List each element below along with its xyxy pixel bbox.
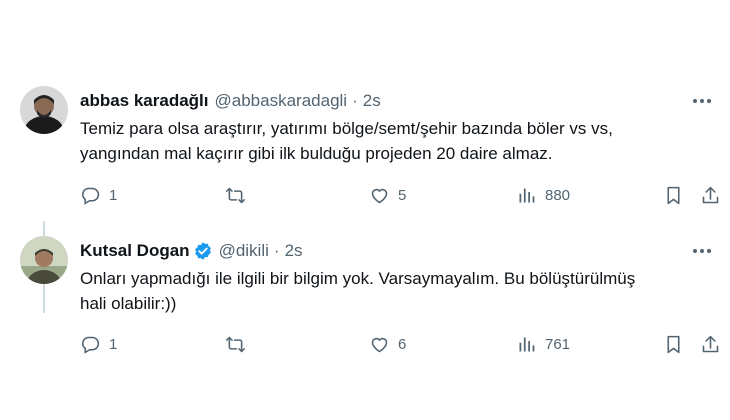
tweet-header: abbas karadağlı @abbaskaradagli · 2s — [80, 90, 381, 112]
share-button[interactable] — [700, 330, 721, 358]
action-bar: 1 5 880 — [72, 181, 730, 209]
like-count: 6 — [398, 335, 407, 353]
reply-count: 1 — [109, 335, 118, 353]
heart-icon — [371, 337, 388, 352]
retweet-icon — [225, 187, 246, 203]
like-count: 5 — [398, 186, 407, 204]
author-name[interactable]: abbas karadağlı — [80, 91, 209, 111]
views-count: 761 — [545, 335, 571, 353]
like-button[interactable]: 5 — [369, 181, 406, 209]
tweet-1[interactable]: abbas karadağlı @abbaskaradagli · 2s Tem… — [0, 80, 730, 313]
timestamp[interactable]: 2s — [363, 91, 381, 111]
tweet-header: Kutsal Dogan @dikili · 2s — [80, 240, 303, 262]
avatar-image — [20, 236, 68, 284]
reply-count: 1 — [109, 186, 118, 204]
heart-icon — [371, 188, 388, 203]
reply-button[interactable]: 1 — [80, 330, 117, 358]
share-icon — [702, 335, 719, 352]
avatar[interactable] — [20, 86, 68, 134]
views-button[interactable]: 761 — [516, 330, 570, 358]
bookmark-icon — [667, 186, 680, 204]
views-count: 880 — [545, 186, 571, 204]
separator-dot: · — [352, 91, 358, 110]
verified-badge-icon — [193, 241, 213, 261]
author-name[interactable]: Kutsal Dogan — [80, 241, 190, 261]
more-icon[interactable] — [690, 90, 714, 112]
avatar-image — [20, 86, 68, 134]
like-button[interactable]: 6 — [369, 330, 406, 358]
tweet-2[interactable]: Kutsal Dogan @dikili · 2s Onları yapmadı… — [0, 230, 730, 370]
avatar[interactable] — [20, 236, 68, 284]
tweet-text: Onları yapmadığı ile ilgili bir bilgim y… — [80, 269, 636, 313]
retweet-button[interactable] — [225, 181, 254, 209]
retweet-icon — [225, 336, 246, 352]
share-button[interactable] — [700, 181, 721, 209]
bookmark-button[interactable] — [663, 181, 684, 209]
separator-dot: · — [273, 241, 280, 260]
timestamp[interactable]: 2s — [285, 241, 303, 261]
tweet-text: Temiz para olsa araştırır, yatırımı bölg… — [80, 119, 613, 163]
views-icon — [519, 188, 535, 202]
bookmark-icon — [667, 335, 680, 353]
more-icon[interactable] — [690, 240, 714, 262]
author-handle[interactable]: @dikili — [219, 241, 269, 261]
action-bar: 1 6 761 — [72, 330, 730, 358]
bookmark-button[interactable] — [663, 330, 684, 358]
retweet-button[interactable] — [225, 330, 254, 358]
author-handle[interactable]: @abbaskaradagli — [215, 91, 348, 111]
reply-icon — [82, 187, 100, 205]
share-icon — [702, 186, 719, 203]
views-button[interactable]: 880 — [516, 181, 570, 209]
views-icon — [519, 337, 535, 351]
reply-icon — [82, 336, 100, 354]
reply-button[interactable]: 1 — [80, 181, 117, 209]
